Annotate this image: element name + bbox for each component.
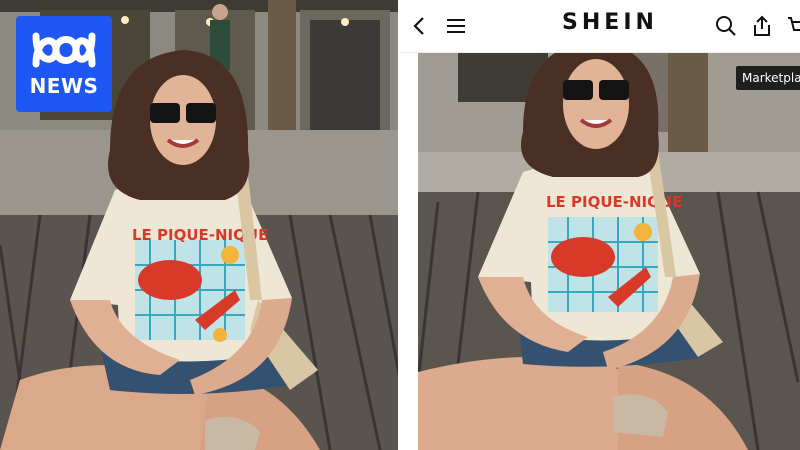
share-icon[interactable] <box>750 14 774 38</box>
marketplace-badge[interactable]: Marketpla <box>736 66 800 90</box>
abc-news-logo: NEWS <box>16 16 112 112</box>
shein-logo[interactable]: SHEIN <box>400 10 800 35</box>
cart-icon[interactable] <box>786 14 800 38</box>
news-photo-panel: LE PIQUE-NIQUE NEWS <box>0 0 400 450</box>
app-top-bar: SHEIN <box>400 0 800 53</box>
product-photo[interactable]: LE PIQUE-NIQUE <box>418 52 800 450</box>
product-image: LE PIQUE-NIQUE <box>418 52 800 450</box>
abc-lissajous-icon <box>32 32 96 68</box>
abc-news-wordmark: NEWS <box>29 74 99 98</box>
shein-app-panel: LE PIQUE-NIQUE SHEIN Marketpla <box>400 0 800 450</box>
search-icon[interactable] <box>714 14 738 38</box>
